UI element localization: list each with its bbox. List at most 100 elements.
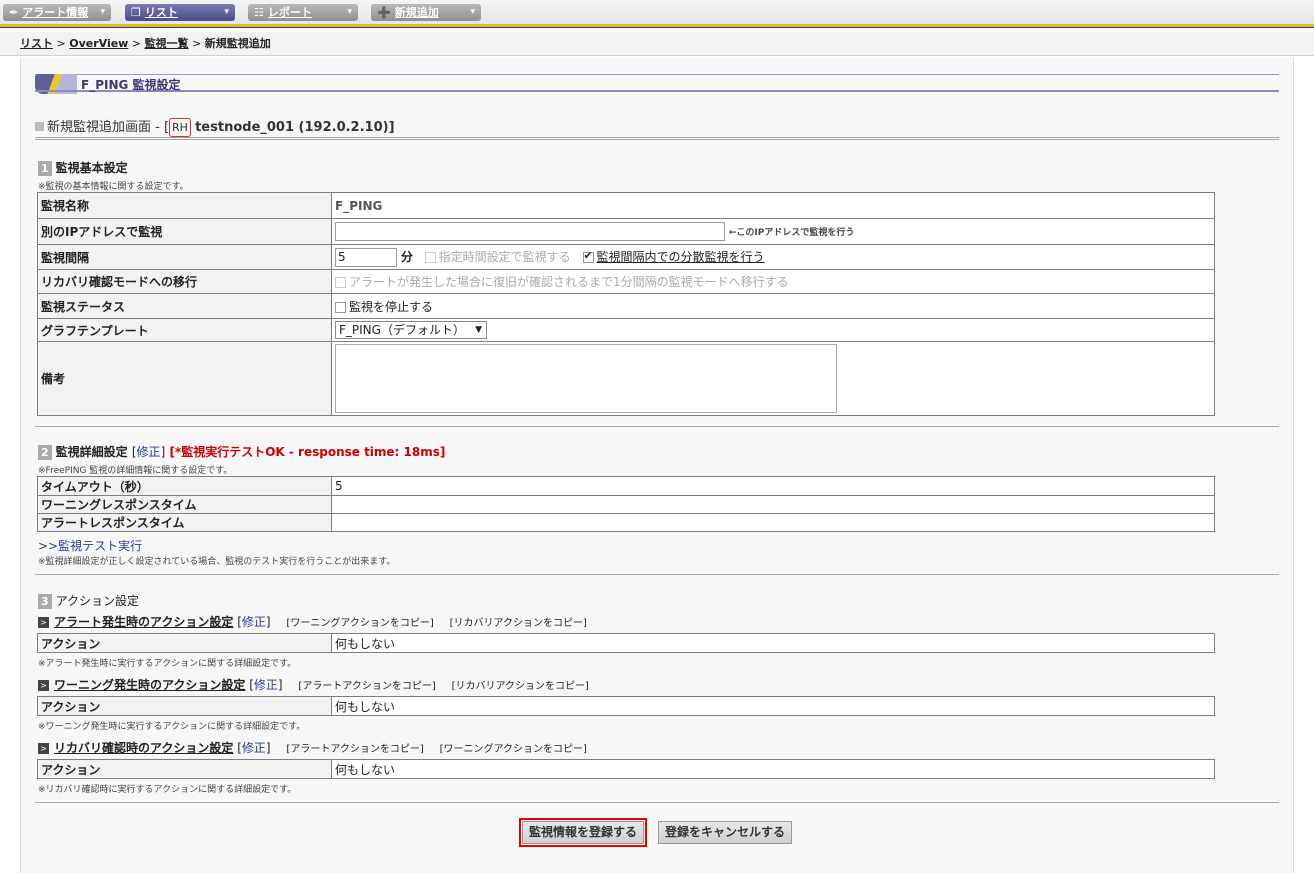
copy-recovery-action[interactable]: [リカバリアクションをコピー]: [452, 681, 589, 692]
recovery-action-link[interactable]: リカバリ確認時のアクション設定: [54, 741, 233, 755]
tab-report[interactable]: ☷ レポート ▾: [248, 4, 358, 21]
section-note: ※リカバリ確認時に実行するアクションに関する詳細設定です。: [38, 785, 297, 795]
alt-ip-input[interactable]: [335, 222, 725, 241]
section-note: ※FreePING 監視の詳細情報に関する設定です。: [38, 466, 233, 476]
recovery-action-edit[interactable]: 修正: [242, 741, 266, 755]
alert-action-edit[interactable]: 修正: [242, 615, 266, 629]
warning-action-edit[interactable]: 修正: [254, 678, 278, 692]
page-title-text: F_PING 監視設定: [81, 78, 181, 92]
alert-action-link[interactable]: アラート発生時のアクション設定: [54, 615, 233, 629]
table-row: アクション 何もしない: [37, 759, 1215, 779]
title-rule: [35, 90, 1279, 92]
expand-icon: >: [38, 680, 49, 691]
section-note: ※アラート発生時に実行するアクションに関する詳細設定です。: [38, 659, 297, 669]
field-label: 監視ステータス: [37, 293, 332, 319]
copy-warning-action[interactable]: [ワーニングアクションをコピー]: [286, 618, 433, 629]
field-label: アクション: [37, 696, 332, 716]
graph-template-select[interactable]: F_PING（デフォルト） ▼: [335, 321, 487, 339]
copy-warning-action[interactable]: [ワーニングアクションをコピー]: [440, 744, 587, 755]
table-row: アクション 何もしない: [37, 696, 1215, 716]
detail-edit-link[interactable]: 修正: [137, 445, 161, 459]
stop-monitor-label: 監視を停止する: [349, 299, 434, 314]
graph-template-value: F_PING（デフォルト）: [339, 323, 465, 337]
scheduled-time-label: 指定時間設定で監視する: [438, 249, 571, 264]
interval-unit: 分: [400, 249, 413, 264]
tab-label: レポート: [267, 6, 312, 19]
breadcrumb-link-list[interactable]: リスト: [20, 37, 53, 50]
chevron-down-icon[interactable]: ▾: [470, 4, 475, 21]
field-label: アクション: [37, 633, 332, 653]
field-value: 何もしない: [331, 759, 1215, 779]
field-label: ワーニングレスポンスタイム: [37, 495, 332, 514]
alert-action-table: アクション 何もしない: [37, 633, 1215, 653]
breadcrumb-link-monitor-list[interactable]: 監視一覧: [145, 37, 189, 50]
divider: [35, 137, 1279, 138]
table-row: アラートレスポンスタイム: [37, 513, 1215, 532]
add-icon: ➕: [377, 6, 391, 19]
tab-new[interactable]: ➕ 新規追加 ▾: [371, 4, 481, 21]
monitor-name-value: F_PING: [331, 192, 1215, 219]
tab-alert-info[interactable]: ✒ アラート情報 ▾: [3, 4, 111, 21]
interval-input[interactable]: 5: [335, 247, 397, 267]
expand-icon: >: [38, 743, 49, 754]
table-row: 監視名称 F_PING: [37, 192, 1215, 219]
alt-ip-cell: ←このIPアドレスで監視を行う: [331, 218, 1215, 245]
field-label: タイムアウト（秒）: [37, 476, 332, 496]
breadcrumb-sep: >: [192, 37, 202, 50]
tab-label: リスト: [144, 6, 178, 19]
distributed-monitor-label[interactable]: 監視間隔内での分散監視を行う: [597, 250, 765, 264]
chevron-down-icon[interactable]: ▾: [224, 4, 229, 21]
field-label: アラートレスポンスタイム: [37, 513, 332, 532]
field-label: 別のIPアドレスで監視: [37, 218, 332, 245]
section-detail-heading: 2 監視詳細設定 [修正] [*監視実行テストOK - response time…: [38, 443, 445, 460]
run-test-link[interactable]: >>監視テスト実行: [38, 537, 142, 554]
section-title: 監視詳細設定: [55, 445, 128, 459]
field-value: 何もしない: [331, 696, 1215, 716]
stop-monitor-checkbox[interactable]: [335, 301, 346, 313]
field-label: 監視間隔: [37, 244, 332, 270]
table-row: アクション 何もしない: [37, 633, 1215, 653]
square-bullet-icon: [35, 122, 44, 131]
host-name: testnode_001 (192.0.2.10)]: [195, 120, 395, 135]
chevron-down-icon[interactable]: ▾: [100, 4, 105, 21]
copy-recovery-action[interactable]: [リカバリアクションをコピー]: [450, 618, 587, 629]
chevron-down-icon[interactable]: ▾: [347, 4, 352, 21]
copy-alert-action[interactable]: [アラートアクションをコピー]: [286, 744, 423, 755]
section-number: 2: [38, 445, 52, 460]
alert-icon: ✒: [9, 6, 19, 19]
table-row: リカバリ確認モードへの移行 アラートが発生した場合に復旧が確認されるまで1分間隔…: [37, 269, 1215, 294]
alert-action-heading: > アラート発生時のアクション設定 [修正] [ワーニングアクションをコピー] […: [38, 613, 587, 630]
tab-label: アラート情報: [22, 6, 89, 19]
section-number: 3: [38, 594, 52, 609]
section-title: アクション設定: [55, 594, 140, 608]
status-cell: 監視を停止する: [331, 293, 1215, 319]
recovery-mode-label: アラートが発生した場合に復旧が確認されるまで1分間隔の監視モードへ移行する: [349, 275, 789, 289]
warning-action-heading: > ワーニング発生時のアクション設定 [修正] [アラートアクションをコピー] […: [38, 676, 589, 693]
distributed-monitor-checkbox[interactable]: [582, 249, 594, 263]
memo-textarea[interactable]: [335, 344, 837, 413]
dropdown-arrow-icon: ▼: [475, 325, 482, 335]
section-note: ※ワーニング発生時に実行するアクションに関する詳細設定です。: [38, 722, 306, 732]
table-row: グラフテンプレート F_PING（デフォルト） ▼: [37, 318, 1215, 342]
warning-action-table: アクション 何もしない: [37, 696, 1215, 716]
scheduled-time-checkbox[interactable]: [424, 251, 436, 263]
recovery-action-heading: > リカバリ確認時のアクション設定 [修正] [アラートアクションをコピー] [ワ…: [38, 739, 587, 756]
memo-cell: [331, 341, 1215, 416]
copy-alert-action[interactable]: [アラートアクションをコピー]: [298, 681, 435, 692]
table-row: 監視間隔 5 分 指定時間設定で監視する 監視間隔内での分散監視を行う: [37, 244, 1215, 270]
divider: [35, 426, 1279, 427]
register-button[interactable]: 監視情報を登録する: [518, 818, 648, 847]
section-basic-heading: 1 監視基本設定: [38, 159, 128, 176]
tab-list[interactable]: ❐ リスト ▾: [125, 4, 235, 21]
warning-action-link[interactable]: ワーニング発生時のアクション設定: [54, 678, 245, 692]
field-label: 監視名称: [37, 192, 332, 219]
table-row: ワーニングレスポンスタイム: [37, 495, 1215, 514]
cancel-button[interactable]: 登録をキャンセルする: [658, 821, 793, 844]
alt-ip-hint: ←このIPアドレスで監視を行う: [728, 228, 855, 238]
field-value: 5: [331, 476, 1215, 496]
main-panel: F_PING 監視設定 新規監視追加画面 - [RH testnode_001 …: [20, 58, 1294, 873]
breadcrumb-link-overview[interactable]: OverView: [69, 37, 128, 50]
recovery-mode-checkbox[interactable]: [335, 277, 346, 288]
report-icon: ☷: [254, 6, 264, 19]
section-note: ※監視の基本情報に関する設定です。: [38, 182, 189, 192]
